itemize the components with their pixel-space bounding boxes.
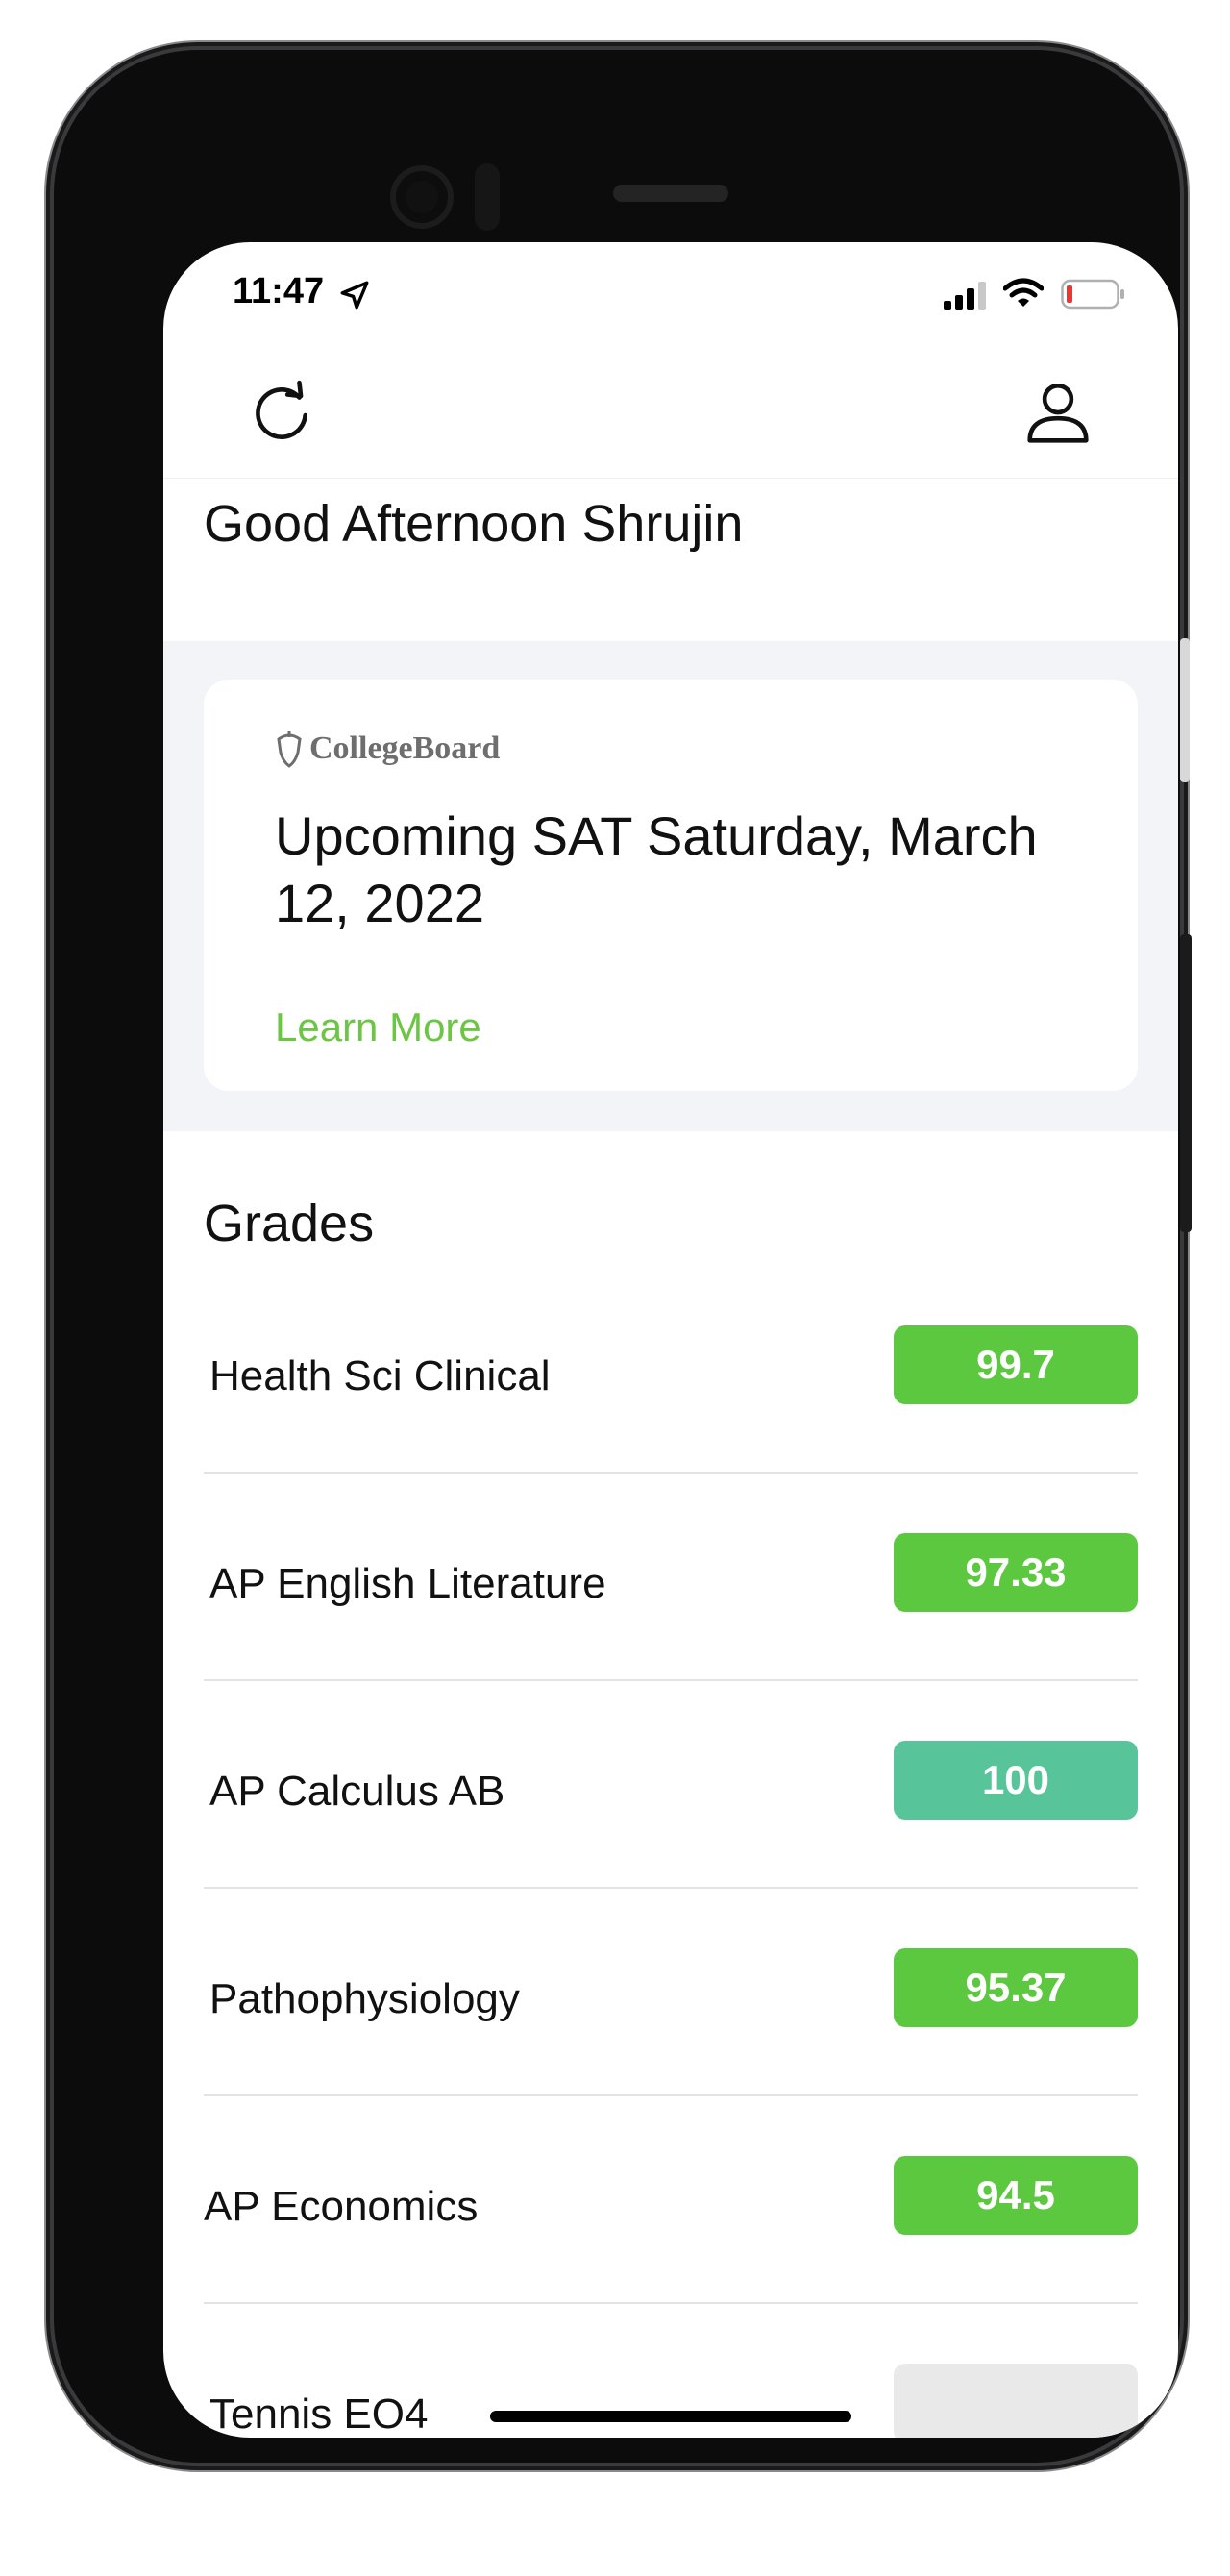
phone-side-button-lower	[1180, 934, 1192, 1232]
battery-low-icon	[1061, 279, 1124, 310]
app-screen: 11:47 Good Afternoon Shrujin CollegeBoar…	[163, 242, 1178, 2438]
learn-more-link[interactable]: Learn More	[275, 1004, 481, 1051]
profile-button[interactable]	[1022, 377, 1094, 448]
phone-side-button-upper	[1180, 638, 1190, 782]
banner-section: CollegeBoard Upcoming SAT Saturday, Marc…	[163, 641, 1178, 1131]
sat-card: CollegeBoard Upcoming SAT Saturday, Marc…	[204, 680, 1138, 1091]
earpiece-speaker	[613, 185, 728, 202]
greeting-text: Good Afternoon Shrujin	[204, 495, 744, 553]
location-arrow-icon	[340, 281, 369, 310]
phone-frame: 11:47 Good Afternoon Shrujin CollegeBoar…	[54, 50, 1192, 2463]
top-toolbar	[163, 356, 1178, 479]
cellular-signal-icon	[944, 282, 986, 310]
home-indicator[interactable]	[490, 2411, 851, 2422]
status-bar: 11:47	[163, 242, 1178, 356]
grade-badge: 99.7	[894, 1325, 1138, 1404]
status-time: 11:47	[233, 271, 325, 311]
acorn-shield-icon	[277, 731, 302, 768]
grade-badge	[894, 2364, 1138, 2438]
user-profile-icon	[1027, 383, 1089, 443]
grade-badge: 97.33	[894, 1533, 1138, 1612]
grades-list: Health Sci Clinical 99.7 AP English Lite…	[204, 1266, 1138, 2438]
grade-badge: 100	[894, 1741, 1138, 1820]
grade-badge: 94.5	[894, 2156, 1138, 2235]
course-name: AP Calculus AB	[209, 1768, 505, 1815]
front-sensor	[475, 163, 500, 231]
course-name: Tennis EO4	[209, 2390, 429, 2438]
sat-date-title: Upcoming SAT Saturday, March 12, 2022	[275, 805, 1038, 933]
course-name: AP English Literature	[209, 1560, 606, 1607]
refresh-icon	[256, 380, 308, 439]
grade-row[interactable]: Pathophysiology 95.37	[204, 1889, 1138, 2096]
grade-row[interactable]: AP Economics 94.5	[204, 2096, 1138, 2304]
collegeboard-logo: CollegeBoard	[275, 728, 500, 770]
grades-heading: Grades	[204, 1195, 375, 1252]
course-name: Pathophysiology	[209, 1975, 520, 2022]
front-camera	[390, 165, 454, 229]
refresh-button[interactable]	[246, 377, 317, 448]
collegeboard-logo-text: CollegeBoard	[309, 731, 501, 766]
course-name: AP Economics	[204, 2183, 479, 2230]
course-name: Health Sci Clinical	[209, 1352, 551, 1399]
grade-row[interactable]: Health Sci Clinical 99.7	[204, 1266, 1138, 1474]
wifi-icon	[1003, 278, 1044, 307]
grade-row[interactable]: AP Calculus AB 100	[204, 1681, 1138, 1889]
grade-badge: 95.37	[894, 1948, 1138, 2027]
grade-row[interactable]: AP English Literature 97.33	[204, 1474, 1138, 1681]
